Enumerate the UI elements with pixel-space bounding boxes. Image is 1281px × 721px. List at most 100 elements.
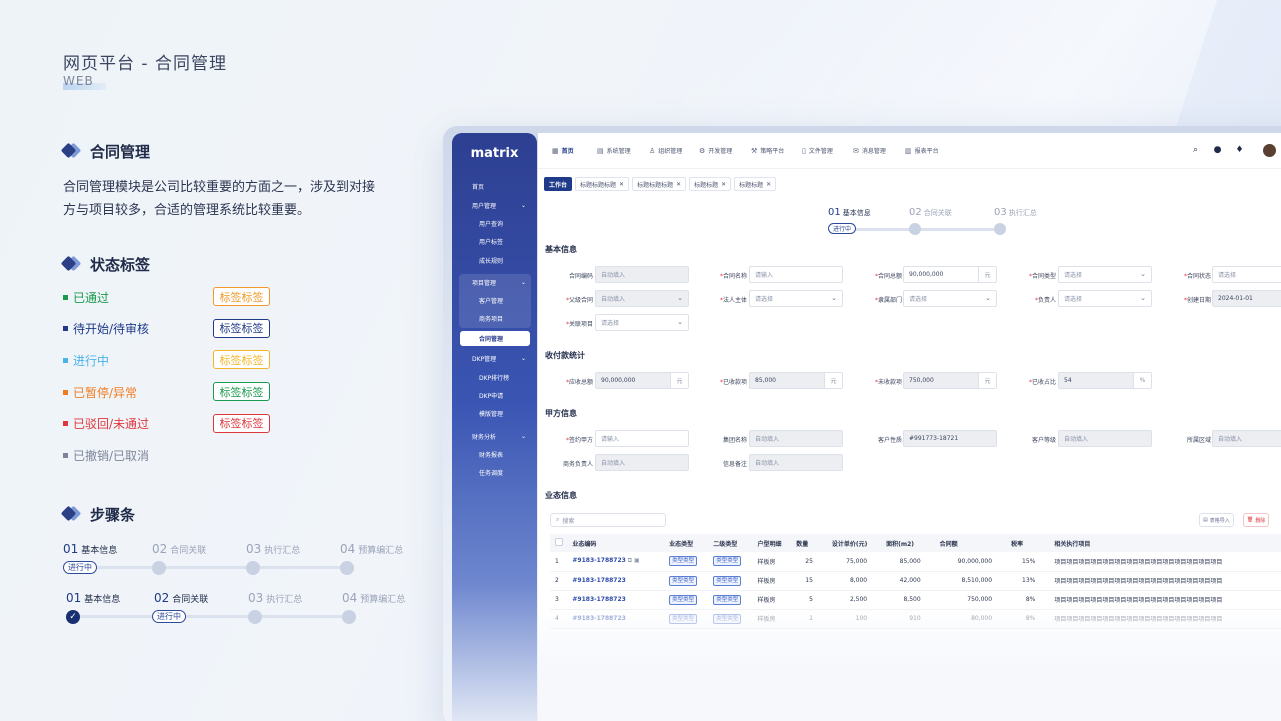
field-input[interactable]: 请输入 [749, 266, 843, 283]
table-cell: 类型类型 [664, 571, 709, 591]
field-input[interactable]: 请选择⌄ [1058, 266, 1152, 283]
field-label-text: 负责人 [1037, 297, 1056, 304]
sidebar-item[interactable]: 任务调度 [460, 465, 530, 480]
field-input[interactable]: #991773-18721 [903, 430, 997, 447]
tab[interactable]: 标题标题标题 ✕ [632, 177, 687, 191]
field-input[interactable]: 2024-01-01 [1212, 290, 1281, 307]
top-nav-item[interactable]: ▦ 首页 [552, 146, 574, 156]
sidebar-item[interactable]: DKP管理 ⌄ [460, 351, 530, 366]
cell-value: 8,510,000 [961, 577, 993, 584]
bell-icon[interactable]: ● [1212, 145, 1223, 156]
field-input[interactable]: 自动填入 [749, 454, 843, 471]
field-label-text: 合同状态 [1186, 273, 1211, 280]
tab-label: 标题标题 [694, 181, 719, 189]
main-panel: ▦ 首页 ▤ 系统管理 ♙ 组织管理 ⚙ 开发管理 ⚒ 策略平台 ▯ 文件管理 ✉ 消息管理 ▥ 报表平台 ⌕… [538, 133, 1281, 721]
sidebar-item[interactable]: 商务项目 [460, 311, 530, 326]
field-input[interactable]: 自动填入 [595, 266, 689, 283]
step-dot[interactable] [909, 223, 921, 235]
sidebar-item-label: DKP管理 [472, 356, 497, 363]
top-nav-item[interactable]: ✉ 消息管理 [853, 146, 886, 156]
close-icon[interactable]: ✕ [766, 181, 771, 188]
table-row[interactable]: 1 #9183-1788723 ⧉ ▣ 类型类型 类型类型 样板房 25 75,000 85,… [550, 552, 1281, 572]
field-input[interactable]: 请选择⌄ [749, 290, 843, 307]
top-nav-item[interactable]: ♙ 组织管理 [649, 146, 682, 156]
step-dot[interactable] [994, 223, 1006, 235]
field-input[interactable]: 90,000,000 元 [595, 372, 689, 389]
row-code-link[interactable]: #9183-1788723 [572, 596, 625, 603]
field-input[interactable]: 54% [1058, 372, 1152, 389]
sidebar-item[interactable]: 客户管理 [460, 293, 530, 308]
field-input[interactable]: 90,000,000 元 [903, 266, 997, 283]
field-input[interactable]: 自动填入 ⌄ [595, 290, 689, 307]
field-label: 商务负责人 [540, 459, 593, 468]
field-input[interactable]: 请选择⌄ [1212, 266, 1281, 283]
sidebar-item[interactable]: 首页 [460, 179, 530, 194]
field-label: 客户性质 [849, 435, 902, 444]
status-label: 已通过 [73, 290, 110, 305]
tab[interactable]: 标题标题 ✕ [734, 177, 777, 191]
step-dot[interactable] [248, 610, 262, 624]
top-nav-item[interactable]: ▤ 系统管理 [597, 146, 631, 156]
copy-icon[interactable]: ⧉ ▣ [626, 557, 640, 564]
top-nav-item[interactable]: ▥ 报表平台 [905, 146, 939, 156]
field-input[interactable]: 请选择⌄ [1058, 290, 1152, 307]
field-input[interactable]: 请选择⌄ [903, 290, 997, 307]
step-item: 01 基本信息 [66, 591, 121, 605]
avatar[interactable] [1263, 144, 1276, 157]
tab[interactable]: 标题标题 ✕ [689, 177, 732, 191]
column-header-label: 数量 [796, 540, 809, 548]
table-row[interactable]: 3 #9183-1788723 类型类型 类型类型 样板房 5 2,500 8,500 750,… [550, 590, 1281, 610]
sidebar-item[interactable]: 模版管理 [460, 406, 530, 421]
field-input[interactable]: 自动填入 [749, 430, 843, 447]
field-input[interactable]: 750,000 元 [903, 372, 997, 389]
field-label-text: 合同类型 [1031, 273, 1056, 280]
sidebar-item[interactable]: DKP申请 [460, 388, 530, 403]
table-row[interactable]: 2 #9183-1788723 类型类型 类型类型 样板房 15 8,000 42,000 8,… [550, 571, 1281, 591]
sidebar-item[interactable]: 财务报表 [460, 447, 530, 462]
top-nav-item[interactable]: ⚙ 开发管理 [699, 146, 732, 156]
sidebar-item[interactable]: 用户标签 [460, 234, 530, 249]
field-label-text: 合同名称 [722, 273, 747, 280]
nav-icon: ✉ [853, 146, 859, 155]
delete-button[interactable]: 🗑 删除 [1243, 513, 1270, 527]
field-input[interactable]: 自动填入 [1058, 430, 1152, 447]
step-dot[interactable] [246, 561, 260, 575]
row-code-link[interactable]: #9183-1788723 [572, 577, 625, 584]
field-value: 请选择 [755, 296, 774, 303]
field-label: 集团名称 [694, 435, 747, 444]
field-input[interactable]: 自动填入 [1212, 430, 1281, 447]
search-icon[interactable]: ⌕ [1190, 145, 1201, 156]
sidebar-item[interactable]: 财务分析 ⌄ [460, 429, 530, 444]
close-icon[interactable]: ✕ [676, 181, 681, 188]
row-code-link[interactable]: #9183-1788723 [572, 557, 625, 564]
main-step: 01 基本信息 [828, 207, 871, 218]
search-input[interactable]: ⌕ 搜索 [550, 513, 666, 527]
checkbox[interactable] [555, 538, 563, 546]
sidebar-item[interactable]: 用户管理 ⌄ [460, 198, 530, 213]
sidebar-item[interactable]: 项目管理 ⌄ [460, 275, 530, 290]
close-icon[interactable]: ✕ [619, 181, 624, 188]
tab[interactable]: 工作台 [544, 177, 573, 191]
step-dot[interactable] [152, 561, 166, 575]
step-dot[interactable] [340, 561, 354, 575]
field-input[interactable]: 85,000 元 [749, 372, 843, 389]
top-nav-item[interactable]: ⚒ 策略平台 [751, 146, 784, 156]
field-label-text: 所属区域 [1186, 437, 1211, 444]
field-label-text: 已收占比 [1031, 379, 1056, 386]
top-nav-item[interactable]: ▯ 文件管理 [802, 146, 833, 156]
tab[interactable]: 标题标题标题 ✕ [575, 177, 630, 191]
close-icon[interactable]: ✕ [721, 181, 726, 188]
sidebar-item[interactable]: DKP排行榜 [460, 370, 530, 385]
cell-value: 类型类型 [713, 575, 742, 586]
sidebar-item[interactable]: 用户查询 [460, 216, 530, 231]
sidebar-item[interactable]: 成长规则 [460, 253, 530, 268]
import-button[interactable]: ▤ 表格导入 [1199, 513, 1234, 527]
field-input[interactable]: 请选择⌄ [595, 314, 689, 331]
sidebar-item-label: 商务项目 [479, 316, 504, 323]
field-input[interactable]: 自动填入 [595, 454, 689, 471]
shirt-icon[interactable]: ♦ [1234, 145, 1245, 156]
sidebar-item[interactable]: 合同管理 [460, 331, 530, 346]
column-header-label: 业态类型 [669, 540, 694, 548]
step-dot[interactable] [342, 610, 356, 624]
field-input[interactable]: 请输入 [595, 430, 689, 447]
